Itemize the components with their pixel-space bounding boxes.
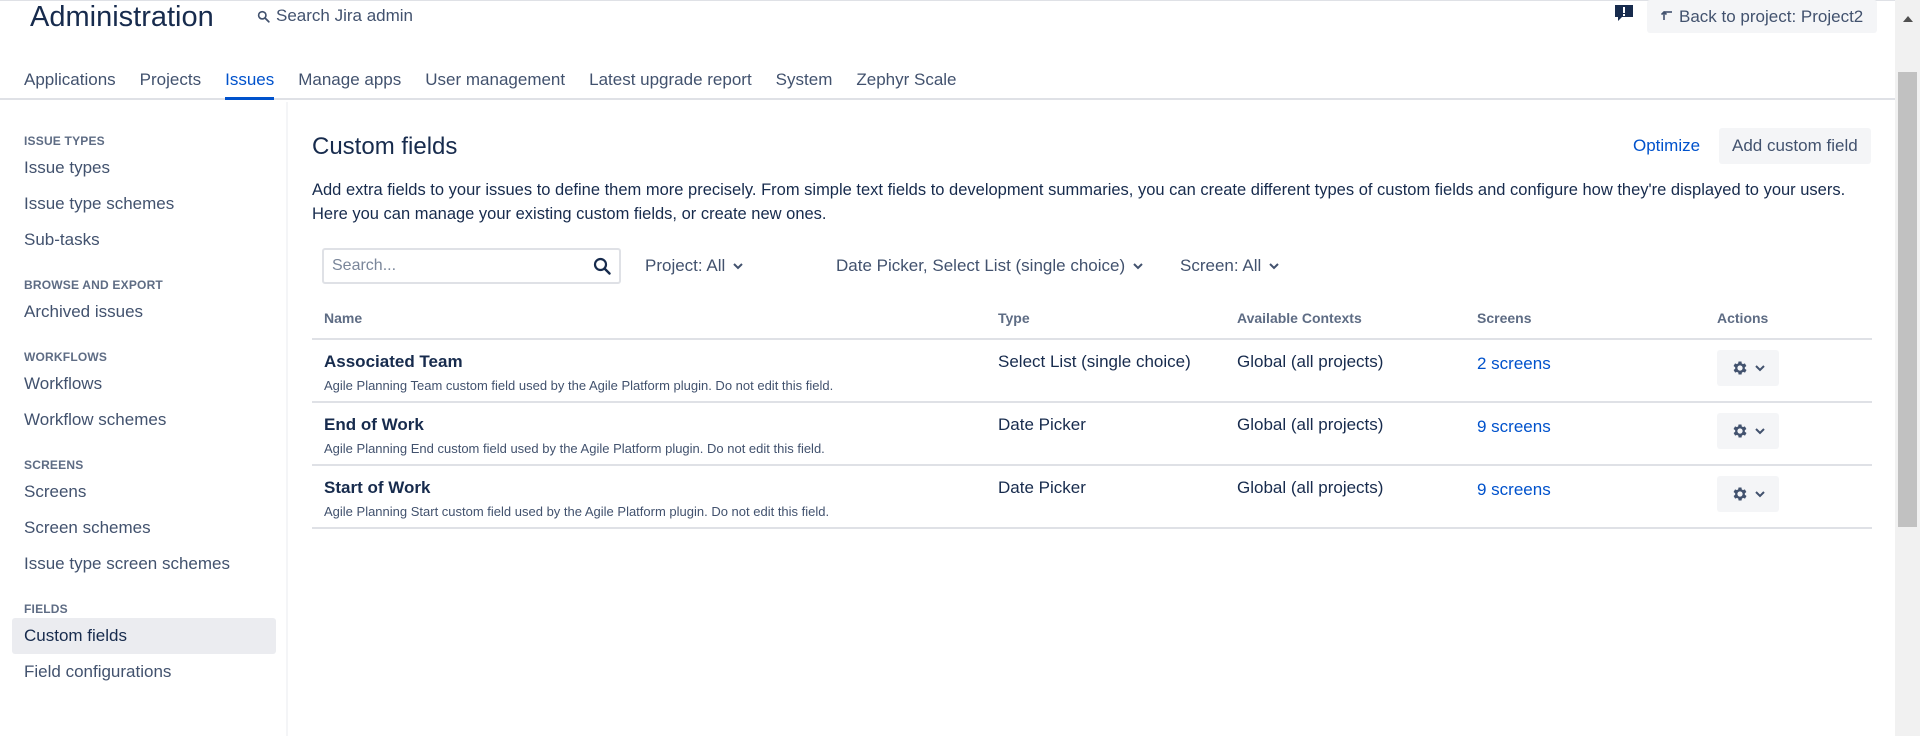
chevron-down-icon [1755, 428, 1765, 435]
field-name: End of Work [324, 415, 424, 434]
chevron-down-icon [733, 263, 744, 270]
gear-icon [1733, 424, 1747, 438]
scrollbar-thumb[interactable] [1898, 72, 1917, 527]
sidebar-item-issue-type-schemes[interactable]: Issue type schemes [0, 186, 286, 222]
type-filter-dropdown[interactable]: Date Picker, Select List (single choice) [836, 248, 1143, 284]
sidebar-item-archived-issues[interactable]: Archived issues [0, 294, 286, 330]
search-jira-admin[interactable]: Search Jira admin [257, 5, 413, 27]
back-arrow-icon [1661, 10, 1672, 20]
sidebar-item-sub-tasks[interactable]: Sub-tasks [0, 222, 286, 258]
search-icon[interactable] [593, 257, 611, 280]
sidebar-section-issue-types: ISSUE TYPES [24, 134, 105, 148]
column-header-type: Type [998, 310, 1030, 326]
field-type: Select List (single choice) [998, 352, 1191, 371]
sidebar-item-issue-types[interactable]: Issue types [0, 150, 286, 186]
type-filter-label: Date Picker, Select List (single choice) [836, 256, 1126, 275]
field-contexts: Global (all projects) [1237, 478, 1384, 497]
sidebar-section-workflows: WORKFLOWS [24, 350, 108, 364]
optimize-link[interactable]: Optimize [1633, 136, 1700, 156]
screen-filter-dropdown[interactable]: Screen: All [1180, 248, 1279, 284]
sidebar-section-screens: SCREENS [24, 458, 84, 472]
field-screens-link[interactable]: 9 screens [1477, 480, 1551, 500]
sidebar-section-fields: FIELDS [24, 602, 68, 616]
screen-filter-label: Screen: All [1180, 256, 1262, 275]
field-contexts: Global (all projects) [1237, 415, 1384, 434]
sidebar-item-workflow-schemes[interactable]: Workflow schemes [0, 402, 286, 438]
table-header: Name Type Available Contexts Screens Act… [312, 302, 1872, 340]
sidebar-item-workflows[interactable]: Workflows [0, 366, 286, 402]
search-box [322, 248, 621, 284]
vertical-scrollbar[interactable] [1895, 0, 1920, 736]
sidebar-item-screen-schemes[interactable]: Screen schemes [0, 510, 286, 546]
table-row: End of Work Agile Planning End custom fi… [312, 403, 1872, 466]
search-jira-admin-label: Search Jira admin [276, 6, 414, 25]
page-title: Custom fields [312, 133, 458, 160]
field-name: Start of Work [324, 478, 431, 497]
field-type: Date Picker [998, 415, 1086, 434]
field-description: Agile Planning End custom field used by … [324, 441, 825, 456]
add-custom-field-button[interactable]: Add custom field [1719, 128, 1871, 164]
tab-manage-apps[interactable]: Manage apps [286, 68, 413, 100]
tab-latest-upgrade-report[interactable]: Latest upgrade report [577, 68, 764, 100]
search-input[interactable] [324, 250, 584, 282]
chevron-down-icon [1133, 263, 1143, 270]
admin-title: Administration [30, 1, 214, 33]
chevron-down-icon [1269, 263, 1279, 270]
gear-icon [1733, 361, 1747, 375]
feedback-icon[interactable] [1614, 4, 1634, 22]
sidebar-item-issue-type-screen-schemes[interactable]: Issue type screen schemes [0, 546, 286, 582]
page-description: Add extra fields to your issues to defin… [312, 181, 1846, 223]
filter-bar: Project: All Date Picker, Select List (s… [322, 248, 1822, 284]
actions-menu-button[interactable] [1717, 413, 1779, 449]
gear-icon [1733, 487, 1747, 501]
sidebar-item-custom-fields[interactable]: Custom fields [12, 618, 276, 654]
back-to-project-button[interactable]: Back to project: Project2 [1647, 0, 1878, 33]
table-row: Associated Team Agile Planning Team cust… [312, 340, 1872, 403]
tab-applications[interactable]: Applications [24, 68, 128, 100]
sidebar-section-browse-and-export: BROWSE AND EXPORT [24, 278, 163, 292]
project-filter-dropdown[interactable]: Project: All [645, 248, 744, 284]
field-description: Agile Planning Team custom field used by… [324, 378, 834, 393]
sidebar: ISSUE TYPES Issue types Issue type schem… [0, 102, 288, 736]
field-screens-link[interactable]: 2 screens [1477, 354, 1551, 374]
tab-system[interactable]: System [764, 68, 845, 100]
column-header-actions: Actions [1717, 310, 1769, 326]
field-type: Date Picker [998, 478, 1086, 497]
tab-user-management[interactable]: User management [413, 68, 577, 100]
field-description: Agile Planning Start custom field used b… [324, 504, 830, 519]
custom-fields-table: Name Type Available Contexts Screens Act… [312, 302, 1872, 529]
field-contexts: Global (all projects) [1237, 352, 1384, 371]
tab-zephyr-scale[interactable]: Zephyr Scale [844, 68, 968, 100]
sidebar-item-field-configurations[interactable]: Field configurations [0, 654, 286, 690]
admin-tabs: Applications Projects Issues Manage apps… [24, 68, 969, 100]
back-to-project-label: Back to project: Project2 [1679, 6, 1864, 26]
sidebar-item-screens[interactable]: Screens [0, 474, 286, 510]
table-row: Start of Work Agile Planning Start custo… [312, 466, 1872, 529]
project-filter-label: Project: All [645, 256, 726, 275]
tab-projects[interactable]: Projects [128, 68, 213, 100]
scroll-up-arrow-icon[interactable] [1895, 0, 1920, 36]
actions-menu-button[interactable] [1717, 350, 1779, 386]
column-header-name: Name [324, 310, 363, 326]
actions-menu-button[interactable] [1717, 476, 1779, 512]
column-header-available-contexts: Available Contexts [1237, 310, 1362, 326]
field-screens-link[interactable]: 9 screens [1477, 417, 1551, 437]
chevron-down-icon [1755, 365, 1765, 372]
admin-header: Administration Search Jira admin Back to… [0, 0, 1895, 100]
tab-issues[interactable]: Issues [213, 68, 286, 100]
column-header-screens: Screens [1477, 310, 1532, 326]
field-name: Associated Team [324, 352, 463, 371]
search-icon [257, 10, 270, 23]
chevron-down-icon [1755, 491, 1765, 498]
